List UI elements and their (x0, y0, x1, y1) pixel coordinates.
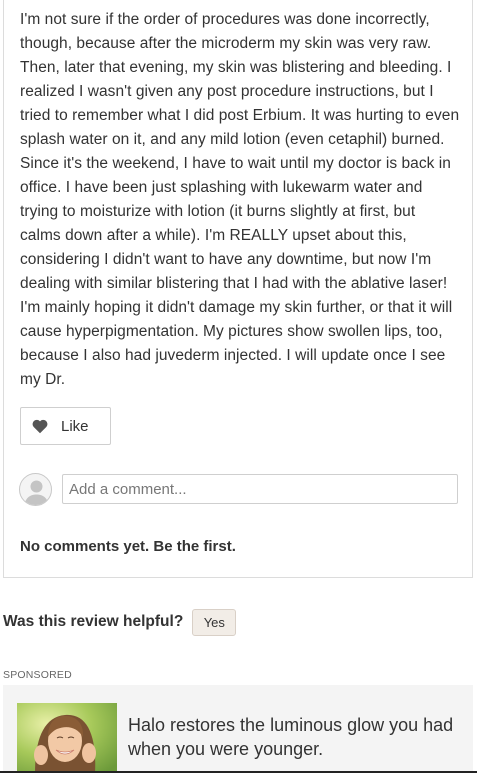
like-button[interactable]: Like (20, 407, 111, 445)
avatar (19, 473, 52, 506)
ad-text: Halo restores the luminous glow you had … (128, 715, 454, 759)
sponsored-label: SPONSORED (3, 669, 72, 681)
helpful-question: Was this review helpful? (3, 613, 184, 630)
no-comments-message: No comments yet. Be the first. (20, 538, 236, 555)
review-body: I'm not sure if the order of procedures … (20, 11, 460, 388)
review-card: I'm not sure if the order of procedures … (3, 0, 473, 578)
sponsored-ad[interactable]: Halo restores the luminous glow you had … (3, 685, 473, 773)
yes-button[interactable]: Yes (192, 608, 237, 636)
helpful-row: Was this review helpful? Yes (3, 608, 237, 636)
like-label: Like (61, 417, 89, 435)
comment-input[interactable] (62, 474, 458, 504)
heart-icon (31, 418, 49, 434)
ad-image (17, 703, 117, 773)
